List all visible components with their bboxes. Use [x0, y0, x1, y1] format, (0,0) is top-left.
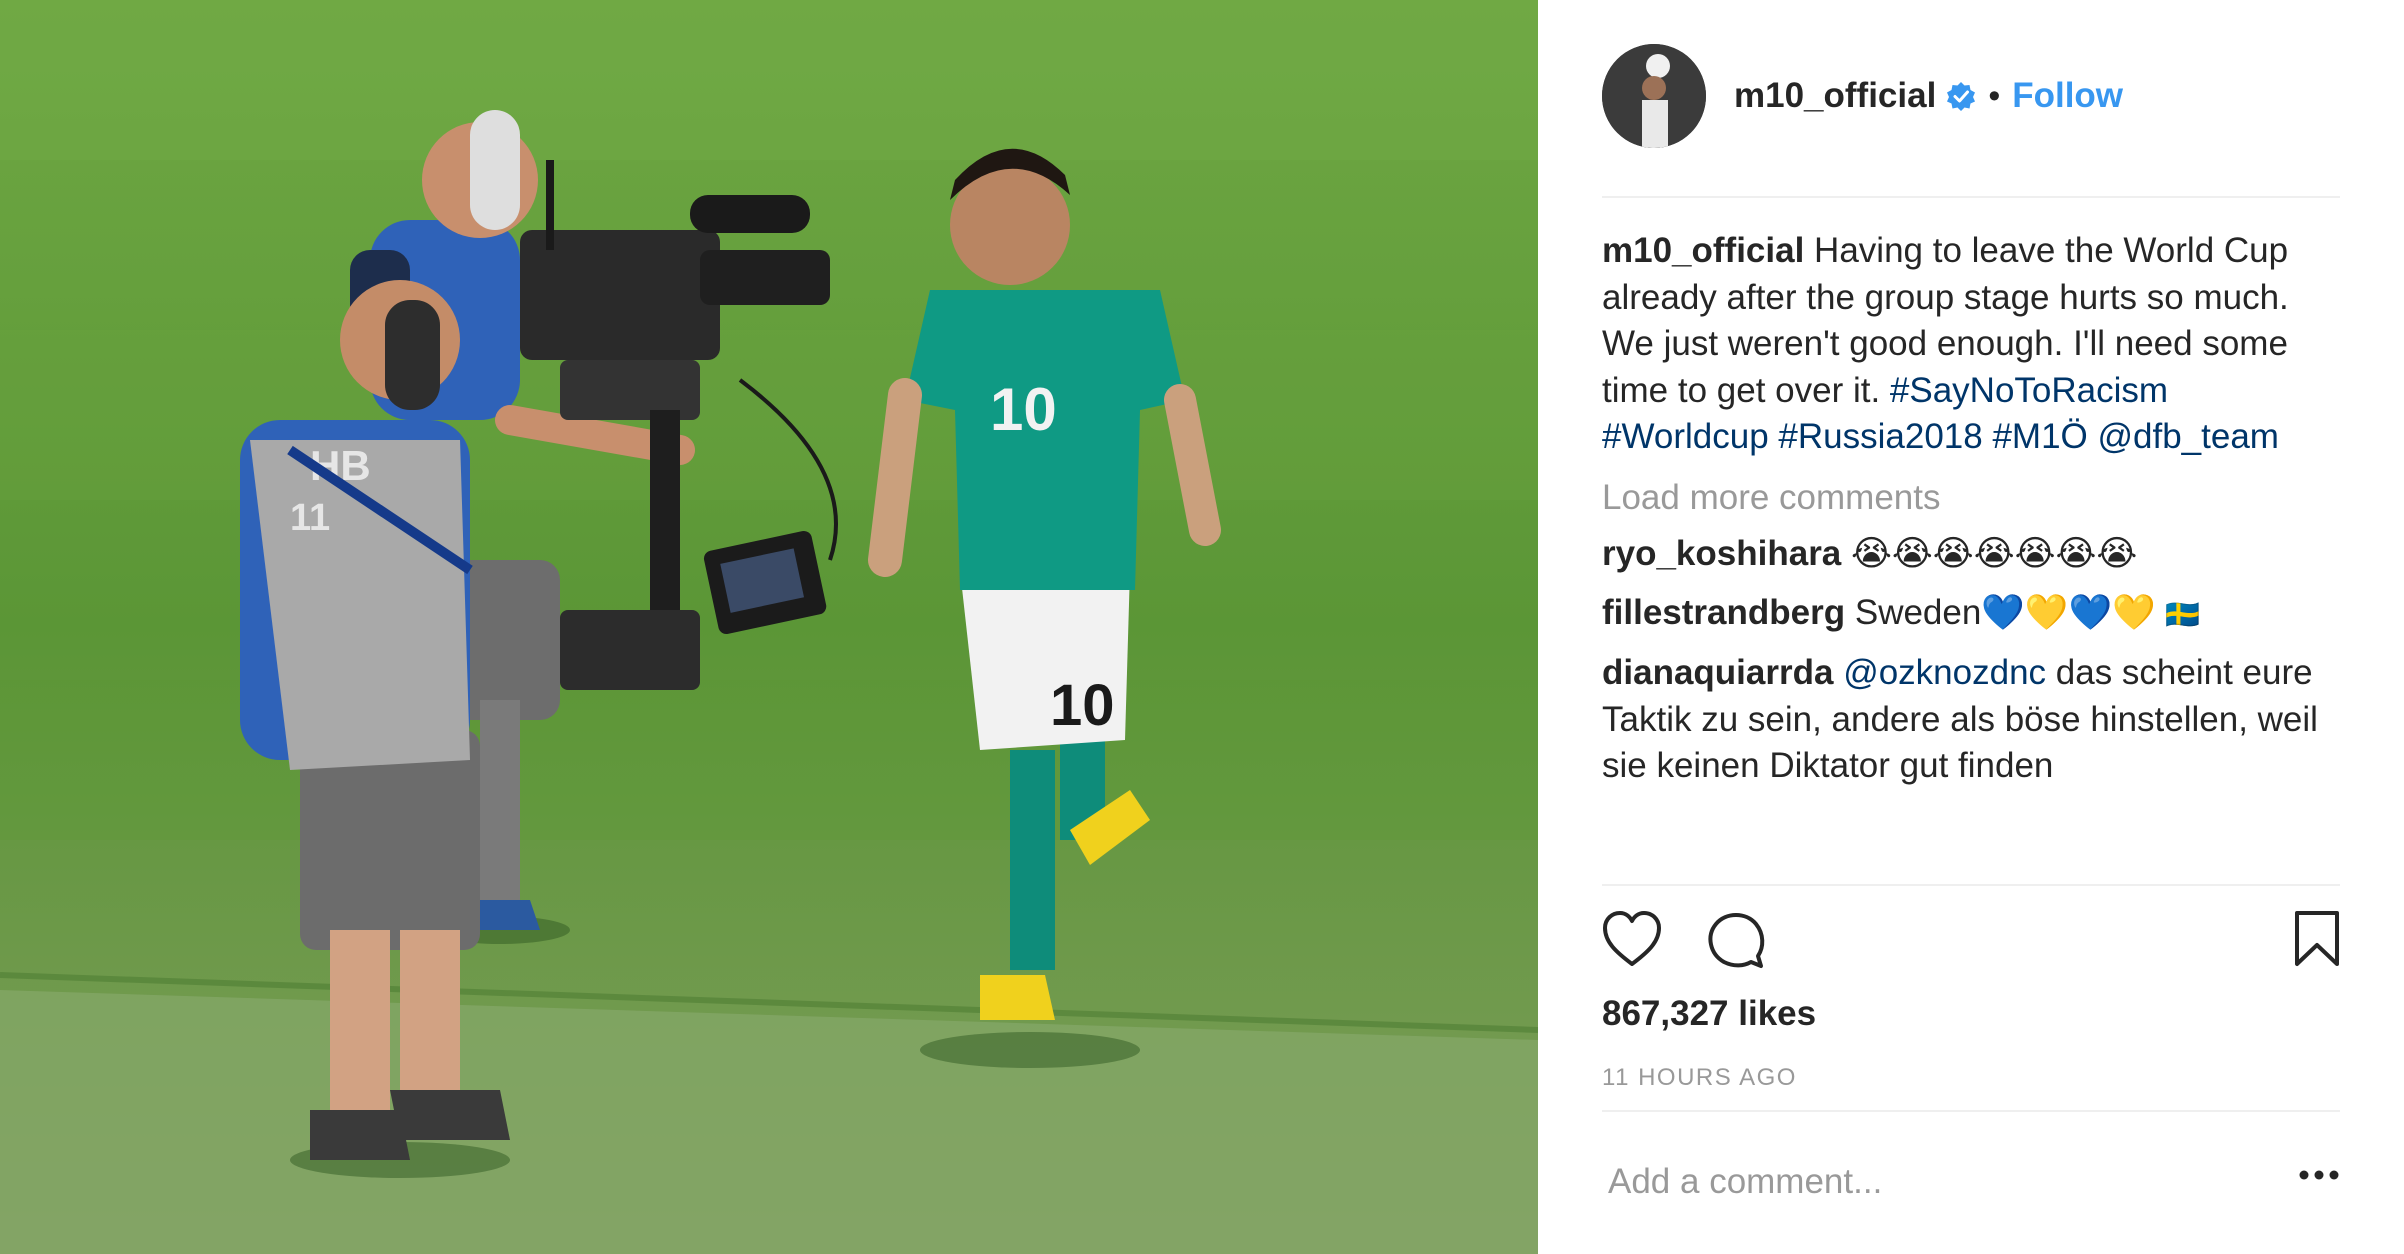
avatar-image: [1602, 44, 1706, 148]
verified-badge-icon: [1946, 81, 1976, 111]
footer-divider: [1602, 1110, 2340, 1112]
caption-username[interactable]: m10_official: [1602, 231, 1804, 270]
flag-icon: 🇸🇪: [2165, 598, 2201, 630]
follow-button[interactable]: Follow: [2012, 76, 2123, 116]
avatar[interactable]: [1602, 44, 1706, 148]
comments-list[interactable]: m10_official Having to leave the World C…: [1602, 228, 2340, 884]
bookmark-icon[interactable]: [2294, 910, 2340, 973]
comment-text: 😭😭😭😭😭😭😭: [1851, 534, 2138, 573]
hashtag[interactable]: #SayNoToRacism: [1890, 371, 2168, 410]
post-photo[interactable]: HB 11 10 10: [0, 0, 1538, 1254]
hashtag[interactable]: #Worldcup: [1602, 417, 1769, 456]
post-header: m10_official • Follow: [1602, 44, 2362, 148]
action-bar: [1602, 910, 2340, 974]
hashtag[interactable]: #Russia2018: [1778, 417, 1982, 456]
mention[interactable]: @ozknozdnc: [1843, 653, 2046, 692]
comment-username[interactable]: dianaquiarrda: [1602, 653, 1833, 692]
comment-text: Sweden💙💛💙💛: [1854, 592, 2156, 632]
header-divider: [1602, 196, 2340, 198]
separator-dot: •: [1988, 76, 2001, 115]
svg-text:11: 11: [290, 497, 330, 539]
comment: ryo_koshihara 😭😭😭😭😭😭😭: [1602, 531, 2340, 578]
comment-username[interactable]: fillestrandberg: [1602, 593, 1845, 632]
post-side-panel: m10_official • Follow m10_official Havin…: [1538, 0, 2404, 1254]
load-more-comments-button[interactable]: Load more comments: [1602, 475, 2340, 522]
svg-text:10: 10: [1050, 673, 1115, 738]
comment: fillestrandberg Sweden💙💛💙💛 🇸🇪: [1602, 590, 2340, 639]
svg-text:10: 10: [990, 376, 1057, 443]
comment: dianaquiarrda @ozknozdnc das scheint eur…: [1602, 650, 2340, 790]
comments-divider: [1602, 884, 2340, 886]
add-comment-input[interactable]: [1602, 1146, 2228, 1218]
photo-illustration: HB 11 10 10: [0, 0, 1538, 1254]
comment-username[interactable]: ryo_koshihara: [1602, 534, 1841, 573]
more-options-icon[interactable]: [2294, 1168, 2344, 1208]
speech-bubble-icon[interactable]: [1706, 910, 1766, 975]
caption: m10_official Having to leave the World C…: [1602, 228, 2340, 461]
mention[interactable]: @dfb_team: [2098, 417, 2279, 456]
hashtag[interactable]: #M1Ö: [1992, 417, 2087, 456]
likes-count[interactable]: 867,327 likes: [1602, 994, 1816, 1034]
heart-icon[interactable]: [1602, 910, 1662, 973]
post-timestamp[interactable]: 11 HOURS AGO: [1602, 1064, 1797, 1092]
username[interactable]: m10_official: [1734, 76, 1936, 116]
